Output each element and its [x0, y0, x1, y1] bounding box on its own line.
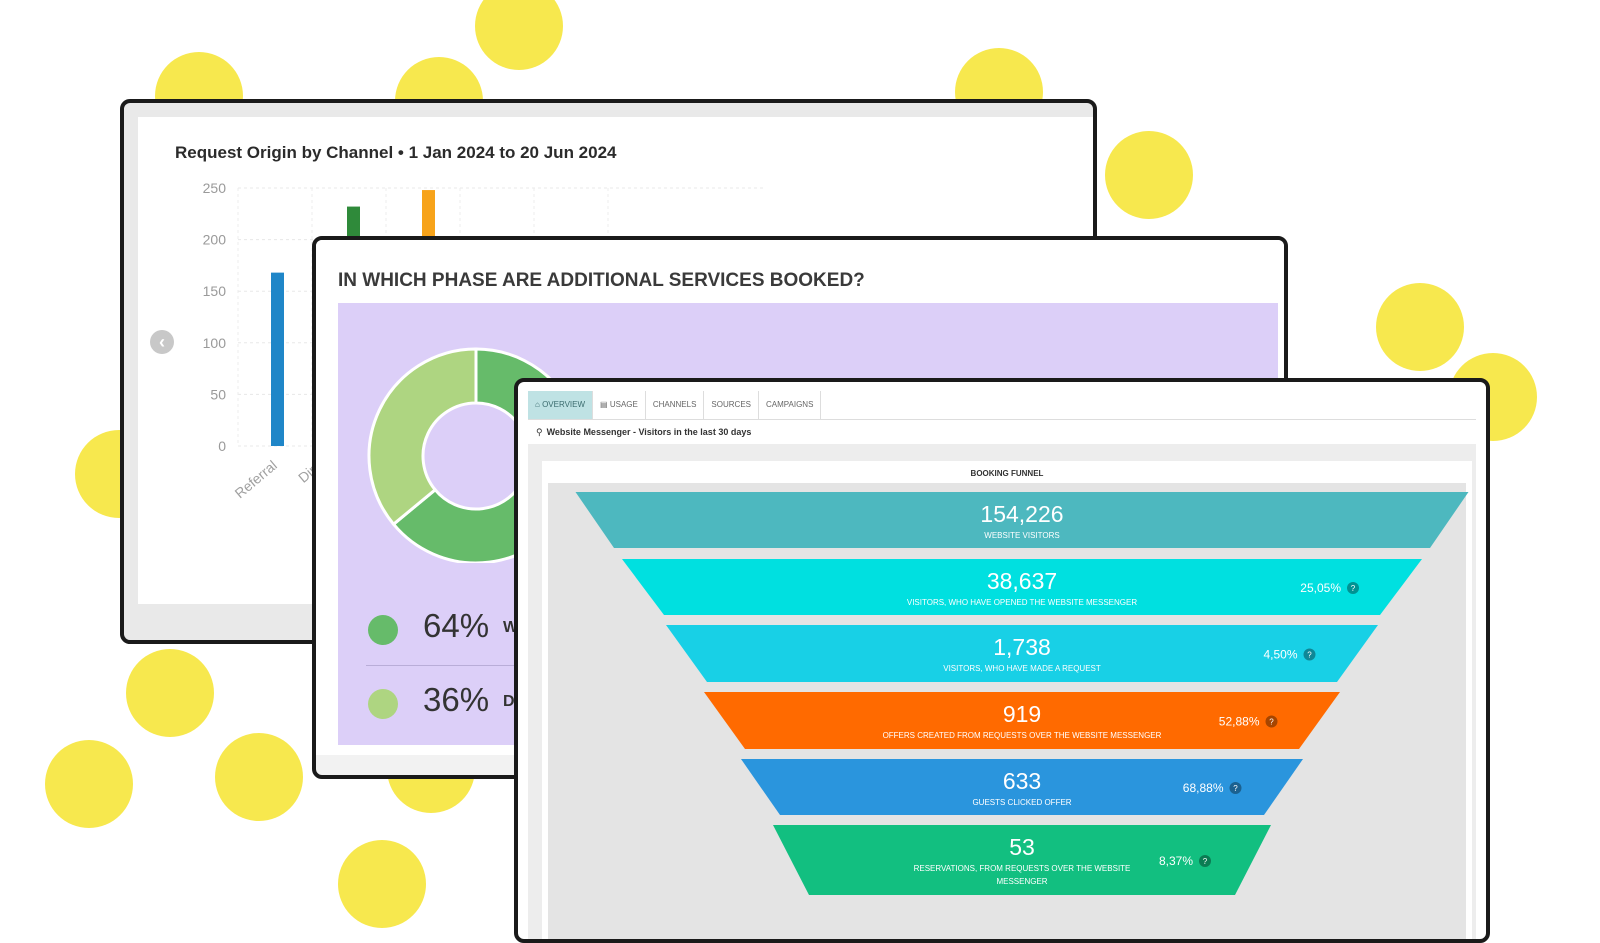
y-tick-label: 250 [203, 180, 227, 196]
legend-percent: 36% [423, 681, 490, 718]
y-tick-label: 0 [218, 438, 226, 454]
decor-dot [45, 740, 133, 828]
decor-dot [475, 0, 563, 70]
legend-swatch [368, 689, 398, 719]
help-icon-glyph: ? [1351, 584, 1356, 593]
funnel-stage-value: 53 [1009, 834, 1035, 860]
tab-channels[interactable]: Channels [646, 391, 705, 419]
decor-dot [1105, 131, 1193, 219]
funnel-stage-label: VISITORS, WHO HAVE MADE A REQUEST [943, 664, 1101, 673]
search-icon: ⚲ [536, 427, 543, 437]
funnel-frame: BOOKING FUNNEL 154,226 WEBSITE VISITORS 38… [528, 444, 1476, 939]
help-icon-glyph: ? [1203, 857, 1208, 866]
funnel-stage-value: 38,637 [987, 568, 1057, 594]
home-icon: ⌂ [535, 400, 543, 409]
funnel-stage-percent: 8,37% [1159, 854, 1193, 868]
funnel-stage-value: 154,226 [980, 501, 1063, 527]
funnel-stage-percent: 4,50% [1263, 648, 1297, 662]
funnel-stage-label: GUESTS CLICKED OFFER [972, 798, 1071, 807]
decor-dot [1376, 283, 1464, 371]
donut-slice [367, 347, 478, 527]
tab-bar: ⌂ Overview ▤ Usage Channels Sources Camp… [528, 391, 1476, 420]
funnel-stage-label: MESSENGER [996, 877, 1047, 886]
funnel-stage-label: WEBSITE VISITORS [984, 531, 1059, 540]
funnel-stage-value: 919 [1003, 701, 1041, 727]
y-tick-label: 50 [210, 386, 226, 402]
bar [271, 272, 284, 446]
funnel-stage-percent: 25,05% [1300, 581, 1341, 595]
funnel-stage-label: VISITORS, WHO HAVE OPENED THE WEBSITE ME… [907, 598, 1137, 607]
funnel-panel: BOOKING FUNNEL 154,226 WEBSITE VISITORS 38… [542, 461, 1472, 939]
funnel-stage-percent: 68,88% [1183, 781, 1224, 795]
donut-chart-title: IN WHICH PHASE ARE ADDITIONAL SERVICES B… [338, 270, 865, 291]
funnel-stage-label: OFFERS CREATED FROM REQUESTS OVER THE WE… [883, 731, 1162, 740]
help-icon-glyph: ? [1269, 718, 1274, 727]
help-icon-glyph: ? [1307, 651, 1312, 660]
funnel-chart: 154,226 WEBSITE VISITORS 38,637 VISITORS, W… [575, 492, 1469, 895]
funnel-stage-value: 633 [1003, 768, 1041, 794]
help-icon-glyph: ? [1233, 784, 1238, 793]
funnel-stage-value: 1,738 [993, 634, 1051, 660]
decor-dot [126, 649, 214, 737]
tab-campaigns[interactable]: Campaigns [759, 391, 822, 419]
tab-overview[interactable]: ⌂ Overview [528, 391, 594, 419]
funnel-stage-label: RESERVATIONS, FROM REQUESTS OVER THE WEB… [914, 864, 1131, 873]
y-tick-label: 200 [203, 232, 227, 248]
legend-swatch [368, 615, 398, 645]
tab-sources[interactable]: Sources [704, 391, 759, 419]
tab-usage[interactable]: ▤ Usage [593, 391, 646, 419]
funnel-card: ⌂ Overview ▤ Usage Channels Sources Camp… [514, 378, 1490, 943]
x-tick-label: Referral [231, 457, 279, 501]
chevron-left-icon[interactable]: ‹ [150, 330, 174, 354]
legend-percent: 64% [423, 607, 490, 644]
y-tick-label: 150 [203, 283, 227, 299]
funnel-subtitle: ⚲ Website Messenger - Visitors in the las… [536, 427, 752, 437]
funnel-stage-percent: 52,88% [1219, 715, 1260, 729]
y-tick-label: 100 [203, 335, 227, 351]
chart-icon: ▤ [600, 400, 610, 409]
decor-dot [215, 733, 303, 821]
decor-dot [338, 840, 426, 928]
